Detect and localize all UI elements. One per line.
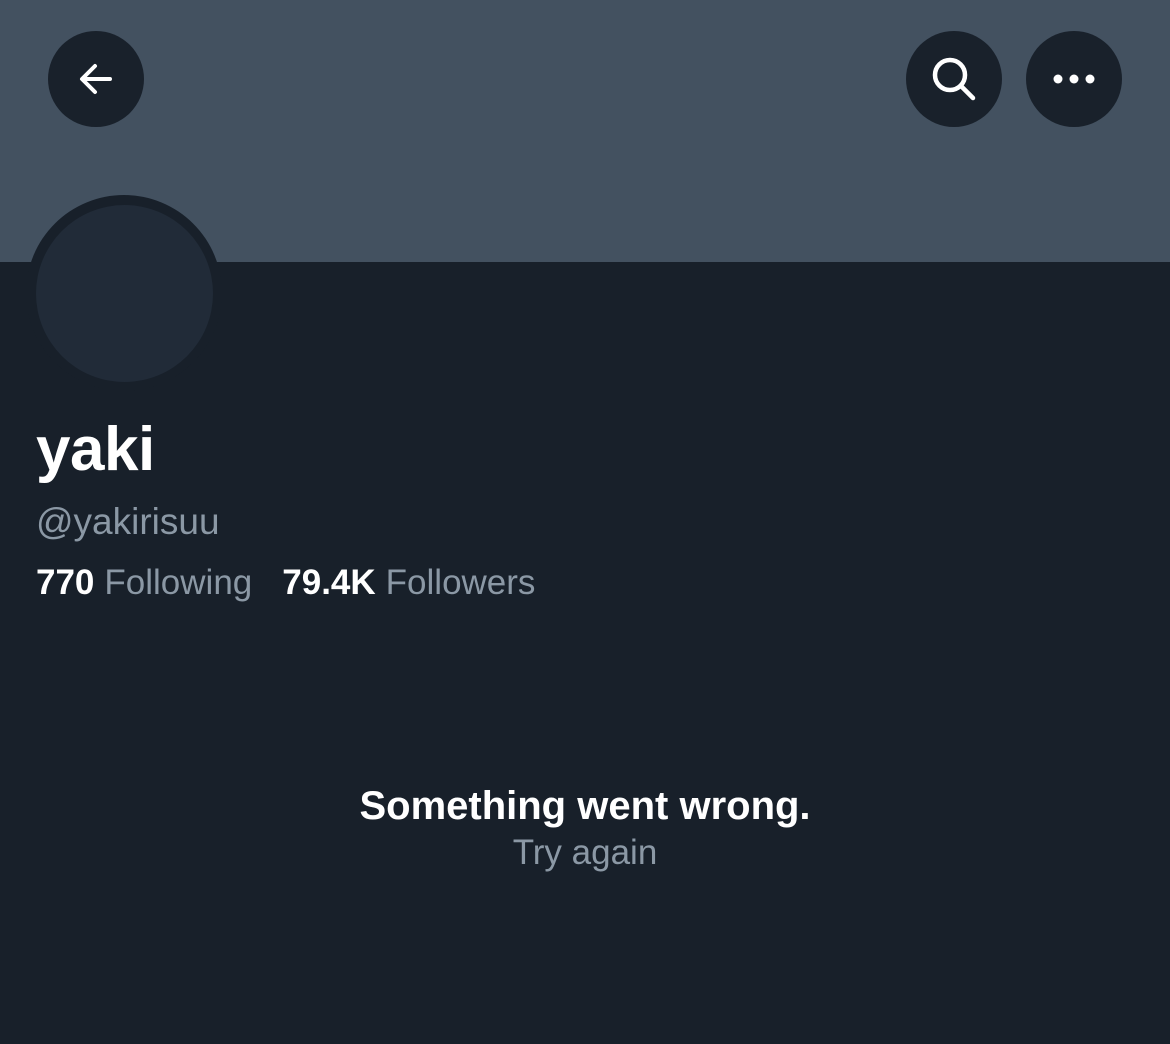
- followers-label: Followers: [385, 563, 536, 602]
- followers-link[interactable]: 79.4K Followers: [282, 562, 535, 604]
- more-horizontal-icon: [1052, 73, 1096, 85]
- followers-count: 79.4K: [282, 563, 376, 602]
- more-options-button[interactable]: [1026, 31, 1122, 127]
- search-icon: [930, 55, 978, 103]
- retry-container: Try again: [0, 832, 1170, 874]
- try-again-link[interactable]: Try again: [513, 833, 658, 872]
- following-label: Following: [104, 563, 253, 602]
- follow-stats: 770 Following 79.4K Followers: [36, 562, 535, 604]
- avatar[interactable]: [36, 205, 213, 382]
- back-button[interactable]: [48, 31, 144, 127]
- arrow-left-icon: [76, 59, 116, 99]
- search-button[interactable]: [906, 31, 1002, 127]
- following-count: 770: [36, 563, 95, 602]
- error-message: Something went wrong.: [359, 784, 811, 828]
- user-handle: @yakirisuu: [36, 501, 220, 542]
- following-link[interactable]: 770 Following: [36, 562, 252, 604]
- display-name: yaki: [36, 415, 155, 484]
- profile-page: yaki @yakirisuu 770 Following 79.4K Followe…: [0, 0, 1170, 1044]
